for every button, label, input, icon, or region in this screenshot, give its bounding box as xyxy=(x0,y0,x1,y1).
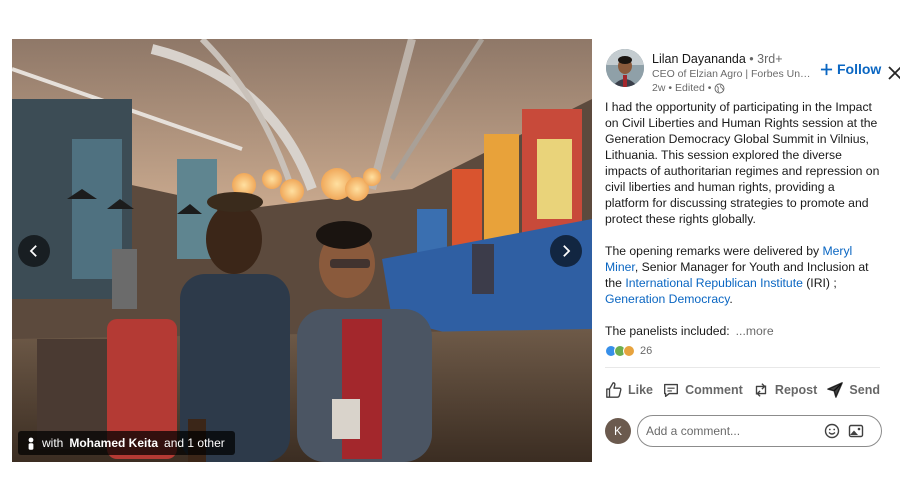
social-actions: Like Comment Repost Send xyxy=(605,379,880,401)
chevron-left-icon xyxy=(29,245,37,257)
image-icon[interactable] xyxy=(848,423,864,439)
post-photo xyxy=(12,39,592,462)
text-fragment: . xyxy=(729,292,733,306)
close-icon[interactable] xyxy=(887,65,900,81)
see-more-link[interactable]: ...more xyxy=(736,324,774,338)
send-icon xyxy=(827,382,844,398)
post-body: I had the opportunity of participating i… xyxy=(605,99,880,355)
send-label: Send xyxy=(849,383,880,397)
reaction-icons xyxy=(605,345,635,357)
post-paragraph-1: I had the opportunity of participating i… xyxy=(605,100,880,226)
comment-icon xyxy=(664,383,679,397)
previous-image-button[interactable] xyxy=(18,235,50,267)
post-details-pane: Lilan Dayananda • 3rd+ CEO of Elzian Agr… xyxy=(592,39,900,462)
post-paragraph-3: The panelists included: ...more xyxy=(605,323,880,339)
text-fragment: The opening remarks were delivered by xyxy=(605,244,823,258)
connection-degree: • 3rd+ xyxy=(745,52,783,66)
comment-button[interactable]: Comment xyxy=(662,379,743,401)
plus-icon xyxy=(820,63,833,75)
globe-icon xyxy=(714,83,725,93)
comment-composer: K xyxy=(605,415,882,447)
tagged-person-name[interactable]: Mohamed Keita xyxy=(69,436,158,450)
post-meta: 2w • Edited • xyxy=(652,81,812,95)
reactions-summary[interactable]: 26 xyxy=(605,345,652,357)
author-headline: CEO of Elzian Agro | Forbes Unde... xyxy=(652,68,812,80)
comment-label: Comment xyxy=(685,383,743,397)
person-icon xyxy=(28,437,34,450)
post-media[interactable]: with Mohamed Keita and 1 other xyxy=(12,39,592,462)
celebrate-reaction-icon xyxy=(623,345,635,357)
like-label: Like xyxy=(628,383,654,397)
comment-input[interactable] xyxy=(637,415,882,447)
follow-label: Follow xyxy=(837,61,882,77)
tagged-people-chip[interactable]: with Mohamed Keita and 1 other xyxy=(18,431,235,455)
emoji-icon[interactable] xyxy=(824,423,840,439)
author-line: Lilan Dayananda • 3rd+ xyxy=(652,51,812,67)
follow-button[interactable]: Follow xyxy=(820,61,881,77)
thumbs-up-icon xyxy=(606,382,622,398)
author-name[interactable]: Lilan Dayananda xyxy=(652,52,746,66)
viewer-avatar: K xyxy=(605,418,631,444)
text-fragment: (IRI) ; xyxy=(802,276,837,290)
tag-prefix: with xyxy=(42,436,64,450)
repost-icon xyxy=(755,383,767,397)
mention-iri[interactable]: International Republican Institute xyxy=(625,276,803,290)
mention-generation-democracy[interactable]: Generation Democracy xyxy=(605,292,729,306)
post-time: 2w • xyxy=(652,82,673,94)
send-button[interactable]: Send xyxy=(826,379,880,401)
post-header: Lilan Dayananda • 3rd+ CEO of Elzian Agr… xyxy=(606,49,900,95)
chevron-right-icon xyxy=(563,245,571,257)
text-fragment: The panelists included: xyxy=(605,324,730,338)
next-image-button[interactable] xyxy=(550,235,582,267)
edited-label: Edited • xyxy=(675,82,712,94)
author-info: Lilan Dayananda • 3rd+ CEO of Elzian Agr… xyxy=(652,51,812,95)
divider xyxy=(605,367,880,368)
repost-label: Repost xyxy=(774,383,818,397)
repost-button[interactable]: Repost xyxy=(752,379,817,401)
author-avatar[interactable] xyxy=(606,49,644,87)
tag-suffix: and 1 other xyxy=(164,436,225,450)
reactions-count: 26 xyxy=(640,345,653,357)
like-button[interactable]: Like xyxy=(605,379,653,401)
post-paragraph-2: The opening remarks were delivered by Me… xyxy=(605,243,880,307)
